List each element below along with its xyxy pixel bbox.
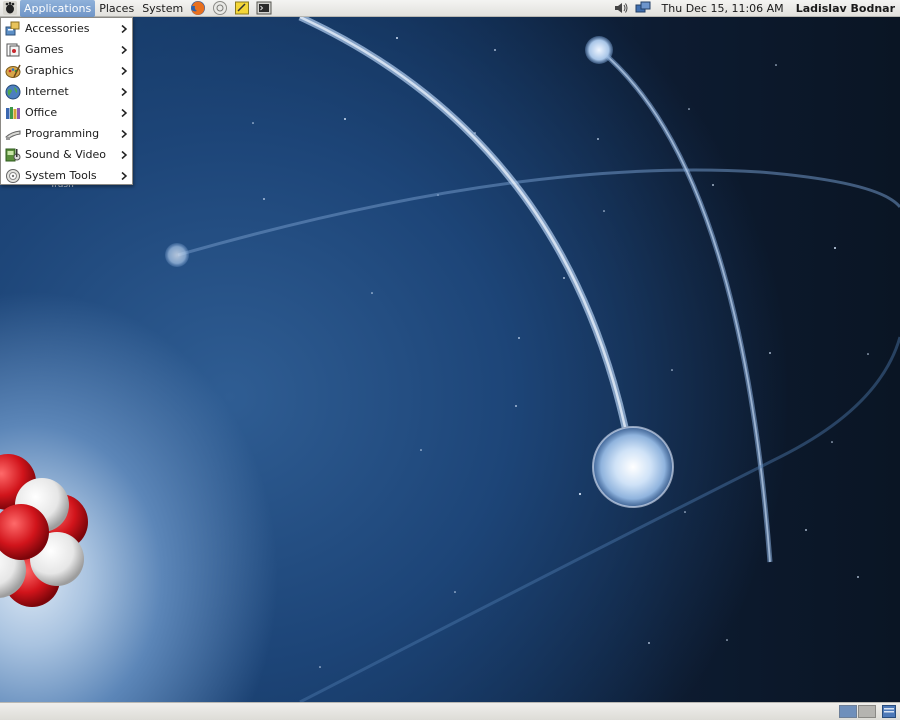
menu-item-graphics[interactable]: Graphics — [1, 60, 132, 81]
menu-item-games[interactable]: Games — [1, 39, 132, 60]
network-icon — [635, 1, 651, 13]
nucleus-graphic — [0, 454, 88, 607]
menu-item-label: Sound & Video — [25, 148, 107, 161]
applications-menu-button[interactable]: Applications — [20, 0, 96, 17]
office-icon — [6, 106, 20, 119]
menu-item-system-tools[interactable]: System Tools — [1, 165, 132, 186]
menu-item-label: Programming — [25, 127, 100, 140]
small-orb-left — [165, 243, 189, 267]
mail-icon — [213, 1, 228, 15]
notes-icon — [235, 1, 250, 15]
menu-item-office[interactable]: Office — [1, 102, 132, 123]
workspace-2-button[interactable] — [858, 705, 876, 718]
chevron-right-icon — [121, 171, 128, 180]
volume-icon — [614, 3, 628, 13]
chevron-right-icon — [121, 45, 128, 54]
chevron-right-icon — [121, 24, 128, 33]
show-desktop-icon[interactable] — [882, 705, 896, 718]
user-switcher[interactable]: Ladislav Bodnar — [796, 2, 900, 15]
accessories-icon — [5, 21, 20, 35]
system-menu-button[interactable]: System — [138, 0, 187, 17]
gnome-foot-icon[interactable] — [3, 1, 17, 15]
menu-item-label: Accessories — [25, 22, 90, 35]
firefox-icon — [191, 1, 206, 15]
menu-item-internet[interactable]: Internet — [1, 81, 132, 102]
workspace-1-button[interactable] — [839, 705, 857, 718]
games-icon — [6, 43, 20, 56]
menu-item-label: Internet — [25, 85, 69, 98]
menu-item-label: Graphics — [25, 64, 74, 77]
desktop[interactable]: Trash — [0, 17, 900, 702]
chevron-right-icon — [121, 150, 128, 159]
volume-control[interactable] — [612, 0, 630, 16]
clock[interactable]: Thu Dec 15, 11:06 AM — [654, 2, 796, 15]
top-panel: Applications Places System Thu Dec 15, 1… — [0, 0, 900, 17]
chevron-right-icon — [121, 66, 128, 75]
menu-item-label: Office — [25, 106, 58, 119]
places-menu-button[interactable]: Places — [95, 0, 138, 17]
small-orb-top — [585, 36, 613, 64]
menu-item-label: System Tools — [25, 169, 97, 182]
chevron-right-icon — [121, 108, 128, 117]
firefox-launcher[interactable] — [189, 0, 207, 16]
internet-icon — [5, 84, 21, 99]
stars — [252, 37, 869, 668]
bottom-panel — [0, 702, 900, 720]
menu-item-programming[interactable]: Programming — [1, 123, 132, 144]
chevron-right-icon — [121, 129, 128, 138]
terminal-icon — [256, 1, 272, 15]
terminal-launcher[interactable] — [255, 0, 273, 16]
menu-item-label: Games — [25, 43, 64, 56]
sound-video-icon — [5, 148, 21, 161]
notes-launcher[interactable] — [233, 0, 251, 16]
chevron-right-icon — [121, 87, 128, 96]
orbit-lines — [177, 17, 900, 702]
system-tools-icon — [6, 168, 20, 183]
wallpaper-art — [0, 17, 900, 702]
network-status[interactable] — [634, 0, 652, 16]
graphics-icon — [5, 64, 21, 78]
programming-icon — [5, 129, 21, 140]
mail-launcher[interactable] — [211, 0, 229, 16]
menu-item-accessories[interactable]: Accessories — [1, 18, 132, 39]
menu-item-sound-video[interactable]: Sound & Video — [1, 144, 132, 165]
applications-dropdown: Accessories Games Graphics Internet Offi… — [0, 17, 133, 185]
